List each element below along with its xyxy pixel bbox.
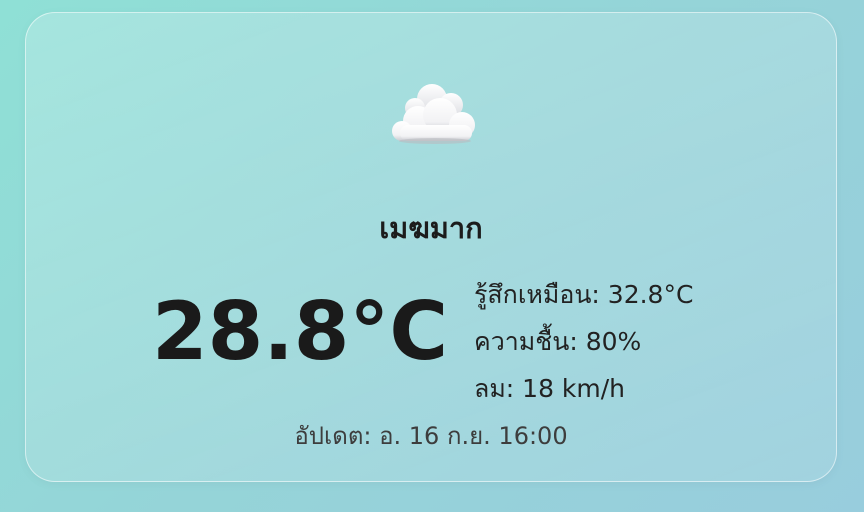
feels-like: รู้สึกเหมือน: 32.8°C (474, 280, 694, 309)
temperature: 28.8°C (152, 285, 449, 378)
wind-speed: ลม: 18 km/h (474, 374, 626, 403)
weather-condition: เมฆมาก (379, 211, 483, 245)
humidity: ความชื้น: 80% (474, 327, 642, 356)
weather-details: รู้สึกเหมือน: 32.8°C ความชื้น: 80% ลม: 1… (474, 271, 693, 412)
cloud-icon (388, 77, 482, 147)
weather-card: เมฆมาก 28.8°C รู้สึกเหมือน: 32.8°C ความช… (25, 12, 837, 482)
last-updated: อัปเดต: อ. 16 ก.ย. 16:00 (294, 422, 568, 450)
